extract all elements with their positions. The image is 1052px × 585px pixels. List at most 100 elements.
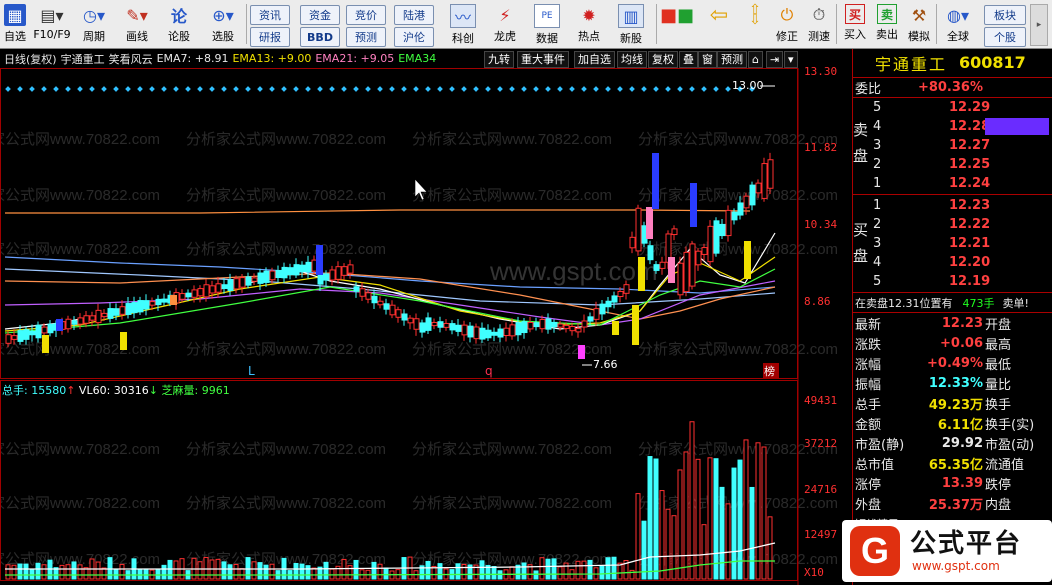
sell-row[interactable]: 5 12.29 [853, 98, 1052, 117]
tab-add-watchlist[interactable]: 加自选 [574, 51, 615, 68]
weibi-row: 委比 +80.36% [853, 78, 1052, 97]
toolbar-hotspot-button[interactable]: ✹ 热点 [570, 2, 608, 46]
volume-bar [581, 560, 587, 580]
signal-diamond [413, 86, 419, 92]
toolbar-star-market-button[interactable]: 〰 科创 [444, 2, 482, 46]
tab-major-events[interactable]: 重大事件 [517, 51, 569, 68]
toolbar-screener-button[interactable]: ⊕▾ 选股 [204, 2, 242, 46]
volume-bar [11, 564, 17, 580]
volume-bar [41, 564, 47, 580]
buy-row[interactable]: 2 12.22 [853, 215, 1052, 234]
candle-body [323, 273, 330, 281]
stat-row: 金额 6.11亿 换手(实) [855, 418, 1035, 433]
toolbar-watchlist-button[interactable]: ▦ 自选 [0, 2, 30, 46]
toolbar-f10-button[interactable]: ▤▾ F10/F9 [30, 2, 74, 46]
candle-body [95, 309, 102, 324]
forecast-button[interactable]: 预测 [346, 27, 386, 47]
sell-row[interactable]: 4 12.28 [853, 117, 1052, 136]
newstock-icon: ▥ [618, 4, 644, 28]
candle-body [401, 313, 408, 321]
volume-bar [17, 563, 23, 580]
volume-axis-label: X10 [804, 566, 824, 579]
toolbar-discuss-button[interactable]: 论 论股 [162, 2, 196, 46]
auction-button[interactable]: 竞价 [346, 5, 386, 25]
toolbar-data-button[interactable]: PE 数据 [528, 2, 566, 46]
tab-window[interactable]: 窗 [698, 51, 717, 68]
volume-bar [437, 563, 443, 580]
signal-diamond [545, 86, 551, 92]
signal-diamond [641, 86, 647, 92]
volume-bar [5, 564, 11, 580]
candle-body [527, 321, 534, 330]
toolbar-draw-button[interactable]: ✎▾ 画线 [118, 2, 156, 46]
stock-label: 宇通重工 [60, 52, 105, 66]
signal-diamond [701, 86, 707, 92]
candle-body [689, 243, 696, 287]
candle-body [185, 292, 192, 298]
toolbar-correct-button[interactable]: ⏻ 修正 [772, 2, 802, 46]
arrow-down-icon: ↓ [148, 384, 158, 397]
sell-row[interactable]: 3 12.27 [853, 136, 1052, 155]
research-button[interactable]: 研报 [250, 27, 290, 47]
candle-body [449, 323, 456, 331]
bbd-button[interactable]: BBD [300, 27, 340, 47]
tab-nine-turn[interactable]: 九转 [484, 51, 514, 68]
signal-diamond [353, 86, 359, 92]
volume-bar [521, 562, 527, 580]
volume-bar [77, 564, 83, 580]
volume-bar [239, 568, 245, 580]
toolbar-scroll-button[interactable]: ▸ [1030, 4, 1048, 46]
signal-diamond [725, 86, 731, 92]
hk-connect-button[interactable]: 陆港 [394, 5, 434, 25]
sector-button[interactable]: 板块 [984, 5, 1026, 25]
divider [853, 312, 1052, 313]
signal-diamond [125, 86, 131, 92]
volume-bar [653, 458, 659, 580]
buy-icon: 买 [845, 4, 865, 24]
news-button[interactable]: 资讯 [250, 5, 290, 25]
toolbar-back-button[interactable]: ⇦ [702, 2, 736, 46]
fund-button[interactable]: 资金 [300, 5, 340, 25]
toolbar-buy-button[interactable]: 买 买入 [840, 2, 870, 46]
candlesticks [5, 152, 774, 359]
toolbar-global-button[interactable]: ◍▾ 全球 [940, 2, 976, 46]
buy-row[interactable]: 1 12.23 [853, 196, 1052, 215]
volume-bar [371, 561, 377, 580]
candle-body [509, 324, 516, 337]
sell-row[interactable]: 2 12.25 [853, 155, 1052, 174]
candle-body [113, 308, 120, 316]
tab-adjust[interactable]: 复权 [648, 51, 678, 68]
volume-bar [197, 561, 203, 580]
toolbar-speedtest-button[interactable]: ⏱ 测速 [804, 2, 834, 46]
dropdown-button[interactable]: ▾ [784, 51, 798, 68]
lock-button[interactable]: ⌂ [748, 51, 763, 68]
volume-bar [59, 564, 65, 580]
toolbar-simulate-button[interactable]: ⚒ 模拟 [904, 2, 934, 46]
buy-row[interactable]: 3 12.21 [853, 234, 1052, 253]
candle-body [179, 293, 186, 300]
volume-bar [985, 118, 1049, 135]
document-icon: ▤▾ [40, 5, 64, 25]
tab-moving-average[interactable]: 均线 [617, 51, 647, 68]
strategy-label[interactable]: 笑看风云 [109, 51, 153, 67]
stock-button[interactable]: 个股 [984, 27, 1026, 47]
expand-button[interactable]: ⇥ [766, 51, 784, 68]
sell-row[interactable]: 1 12.24 [853, 174, 1052, 193]
buy-row[interactable]: 5 12.19 [853, 272, 1052, 291]
toolbar-dragon-tiger-button[interactable]: ⚡ 龙虎 [486, 2, 524, 46]
toolbar-layout-button[interactable]: ■ ■ [660, 2, 694, 46]
toolbar-sell-button[interactable]: 卖 卖出 [872, 2, 902, 46]
toolbar-period-button[interactable]: ◷▾ 周期 [76, 2, 112, 46]
toolbar-ipo-button[interactable]: ▥ 新股 [612, 2, 650, 46]
buy-row[interactable]: 4 12.20 [853, 253, 1052, 272]
candle-body [71, 320, 78, 325]
tab-predict[interactable]: 预测 [717, 51, 747, 68]
toolbar-up-down-button[interactable]: ⇧ ⇩ [742, 2, 768, 46]
period-label[interactable]: 日线(复权) [4, 51, 57, 67]
tab-overlay[interactable]: 叠 [679, 51, 698, 68]
price-axis-label: 13.30 [804, 65, 838, 78]
candle-body [233, 278, 240, 290]
shanghai-london-button[interactable]: 沪伦 [394, 27, 434, 47]
candle-body [191, 289, 198, 298]
signal-diamond [449, 86, 455, 92]
